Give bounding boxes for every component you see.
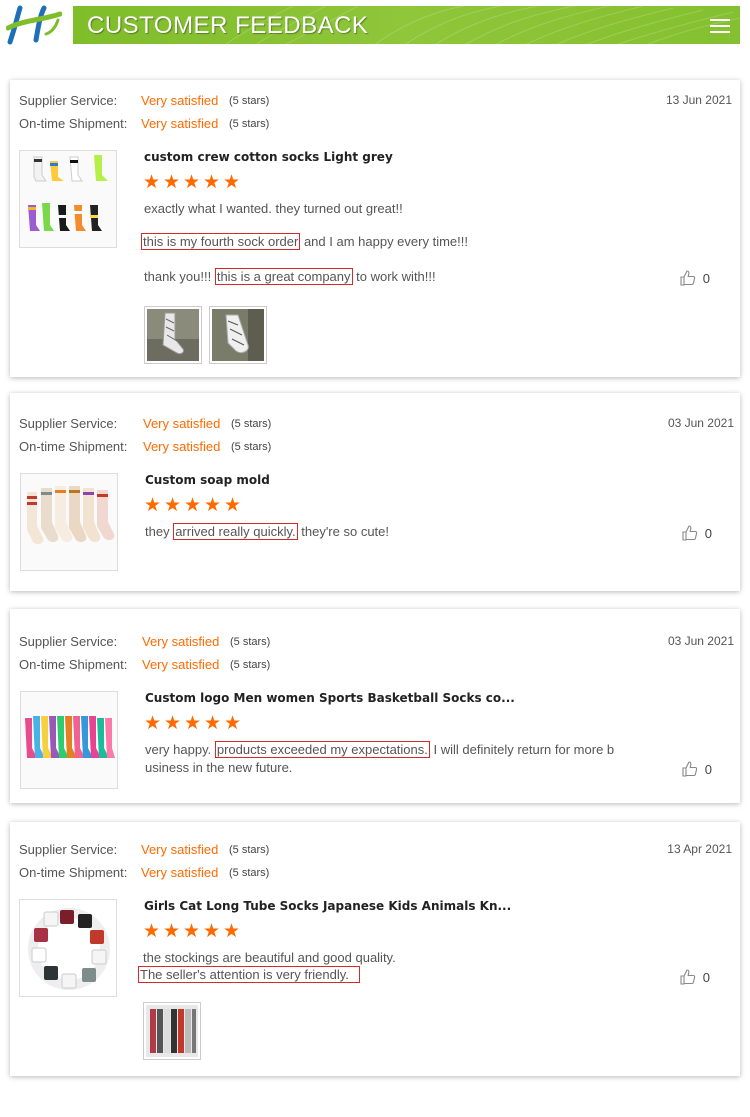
- star-icon: ★: [144, 713, 162, 734]
- star-icon: ★: [164, 713, 182, 734]
- star-icon: ★: [163, 172, 181, 193]
- shipment-value: Very satisfied: [143, 439, 221, 454]
- review-text: this is my fourth sock order and I am ha…: [141, 233, 468, 250]
- like-count: 0: [704, 525, 712, 541]
- shipment-label: On-time Shipment:: [19, 439, 128, 454]
- highlighted-phrase: The seller's attention is very friendly.: [138, 966, 360, 983]
- like-button[interactable]: 0: [679, 968, 710, 986]
- menu-icon[interactable]: [710, 19, 730, 33]
- rating-stars: ★ ★ ★ ★ ★: [143, 921, 241, 942]
- shipment-stars: (5 stars): [231, 441, 272, 453]
- like-button[interactable]: 0: [679, 269, 710, 287]
- shipment-value: Very satisfied: [142, 657, 220, 672]
- review-photo[interactable]: [209, 306, 267, 364]
- rating-stars: ★ ★ ★ ★ ★: [144, 495, 242, 516]
- thumbs-up-icon: [680, 969, 695, 985]
- star-icon: ★: [203, 172, 221, 193]
- like-count: 0: [704, 761, 712, 777]
- page-header: CUSTOMER FEEDBACK: [0, 0, 750, 50]
- product-title[interactable]: Girls Cat Long Tube Socks Japanese Kids …: [144, 899, 511, 913]
- star-icon: ★: [204, 495, 222, 516]
- shipment-value: Very satisfied: [141, 116, 219, 131]
- supplier-service-stars: (5 stars): [229, 95, 270, 107]
- highlighted-phrase: arrived really quickly.: [173, 523, 298, 540]
- review-card: Supplier Service: Very satisfied (5 star…: [10, 393, 740, 591]
- thumbs-up-icon: [680, 270, 695, 286]
- like-button[interactable]: 0: [681, 760, 712, 778]
- shipment-stars: (5 stars): [229, 118, 270, 130]
- shipment-label: On-time Shipment:: [19, 116, 128, 131]
- supplier-service-label: Supplier Service:: [19, 416, 118, 431]
- product-thumbnail[interactable]: [19, 150, 117, 248]
- brand-logo: [6, 5, 62, 45]
- product-title[interactable]: custom crew cotton socks Light grey: [144, 150, 393, 164]
- review-date: 13 Jun 2021: [665, 93, 732, 107]
- shipment-label: On-time Shipment:: [19, 865, 128, 880]
- star-icon: ★: [143, 921, 161, 942]
- supplier-service-stars: (5 stars): [231, 418, 272, 430]
- supplier-service-value: Very satisfied: [142, 634, 220, 649]
- review-text: very happy. products exceeded my expecta…: [145, 741, 615, 758]
- like-button[interactable]: 0: [681, 524, 712, 542]
- thumbs-up-icon: [682, 525, 697, 541]
- review-text: the stockings are beautiful and good qua…: [143, 950, 396, 965]
- review-card: Supplier Service: Very satisfied (5 star…: [10, 609, 740, 803]
- star-icon: ★: [223, 921, 241, 942]
- highlighted-phrase: products exceeded my expectations.: [214, 741, 430, 758]
- star-icon: ★: [204, 713, 222, 734]
- shipment-label: On-time Shipment:: [19, 657, 128, 672]
- supplier-service-stars: (5 stars): [230, 636, 271, 648]
- supplier-service-label: Supplier Service:: [19, 634, 118, 649]
- supplier-service-value: Very satisfied: [143, 416, 221, 431]
- rating-stars: ★ ★ ★ ★ ★: [143, 172, 241, 193]
- like-count: 0: [702, 969, 710, 985]
- supplier-service-stars: (5 stars): [229, 844, 270, 856]
- star-icon: ★: [184, 713, 202, 734]
- star-icon: ★: [143, 172, 161, 193]
- review-text: they arrived really quickly. they're so …: [145, 523, 389, 540]
- highlighted-phrase: this is a great company: [214, 268, 353, 285]
- rating-stars: ★ ★ ★ ★ ★: [144, 713, 242, 734]
- product-title[interactable]: Custom soap mold: [145, 473, 270, 487]
- product-title[interactable]: Custom logo Men women Sports Basketball …: [145, 691, 515, 705]
- highlighted-phrase: this is my fourth sock order: [141, 233, 301, 250]
- review-card: Supplier Service: Very satisfied (5 star…: [10, 822, 740, 1076]
- star-icon: ★: [183, 172, 201, 193]
- review-date: 03 Jun 2021: [667, 416, 734, 430]
- supplier-service-value: Very satisfied: [141, 842, 219, 857]
- shipment-stars: (5 stars): [229, 867, 270, 879]
- review-text: The seller's attention is very friendly.: [138, 966, 360, 983]
- star-icon: ★: [164, 495, 182, 516]
- star-icon: ★: [144, 495, 162, 516]
- supplier-service-label: Supplier Service:: [19, 93, 118, 108]
- shipment-value: Very satisfied: [141, 865, 219, 880]
- star-icon: ★: [184, 495, 202, 516]
- star-icon: ★: [223, 172, 241, 193]
- like-count: 0: [702, 270, 710, 286]
- star-icon: ★: [203, 921, 221, 942]
- product-thumbnail[interactable]: [19, 899, 117, 997]
- star-icon: ★: [163, 921, 181, 942]
- review-text: exactly what I wanted. they turned out g…: [144, 201, 403, 216]
- review-photo[interactable]: [143, 1002, 201, 1060]
- review-text: usiness in the new future.: [145, 760, 293, 775]
- thumbs-up-icon: [682, 761, 697, 777]
- page-title: CUSTOMER FEEDBACK: [87, 12, 369, 39]
- review-text: thank you!!! this is a great company to …: [144, 268, 436, 285]
- header-banner: CUSTOMER FEEDBACK: [73, 6, 740, 44]
- review-date: 03 Jun 2021: [667, 634, 734, 648]
- shipment-stars: (5 stars): [230, 659, 271, 671]
- supplier-service-value: Very satisfied: [141, 93, 219, 108]
- product-thumbnail[interactable]: [20, 473, 118, 571]
- product-thumbnail[interactable]: [20, 691, 118, 789]
- supplier-service-label: Supplier Service:: [19, 842, 118, 857]
- star-icon: ★: [224, 713, 242, 734]
- review-photo[interactable]: [144, 306, 202, 364]
- review-date: 13 Apr 2021: [667, 842, 732, 856]
- review-card: Supplier Service: Very satisfied (5 star…: [10, 80, 740, 377]
- star-icon: ★: [224, 495, 242, 516]
- star-icon: ★: [183, 921, 201, 942]
